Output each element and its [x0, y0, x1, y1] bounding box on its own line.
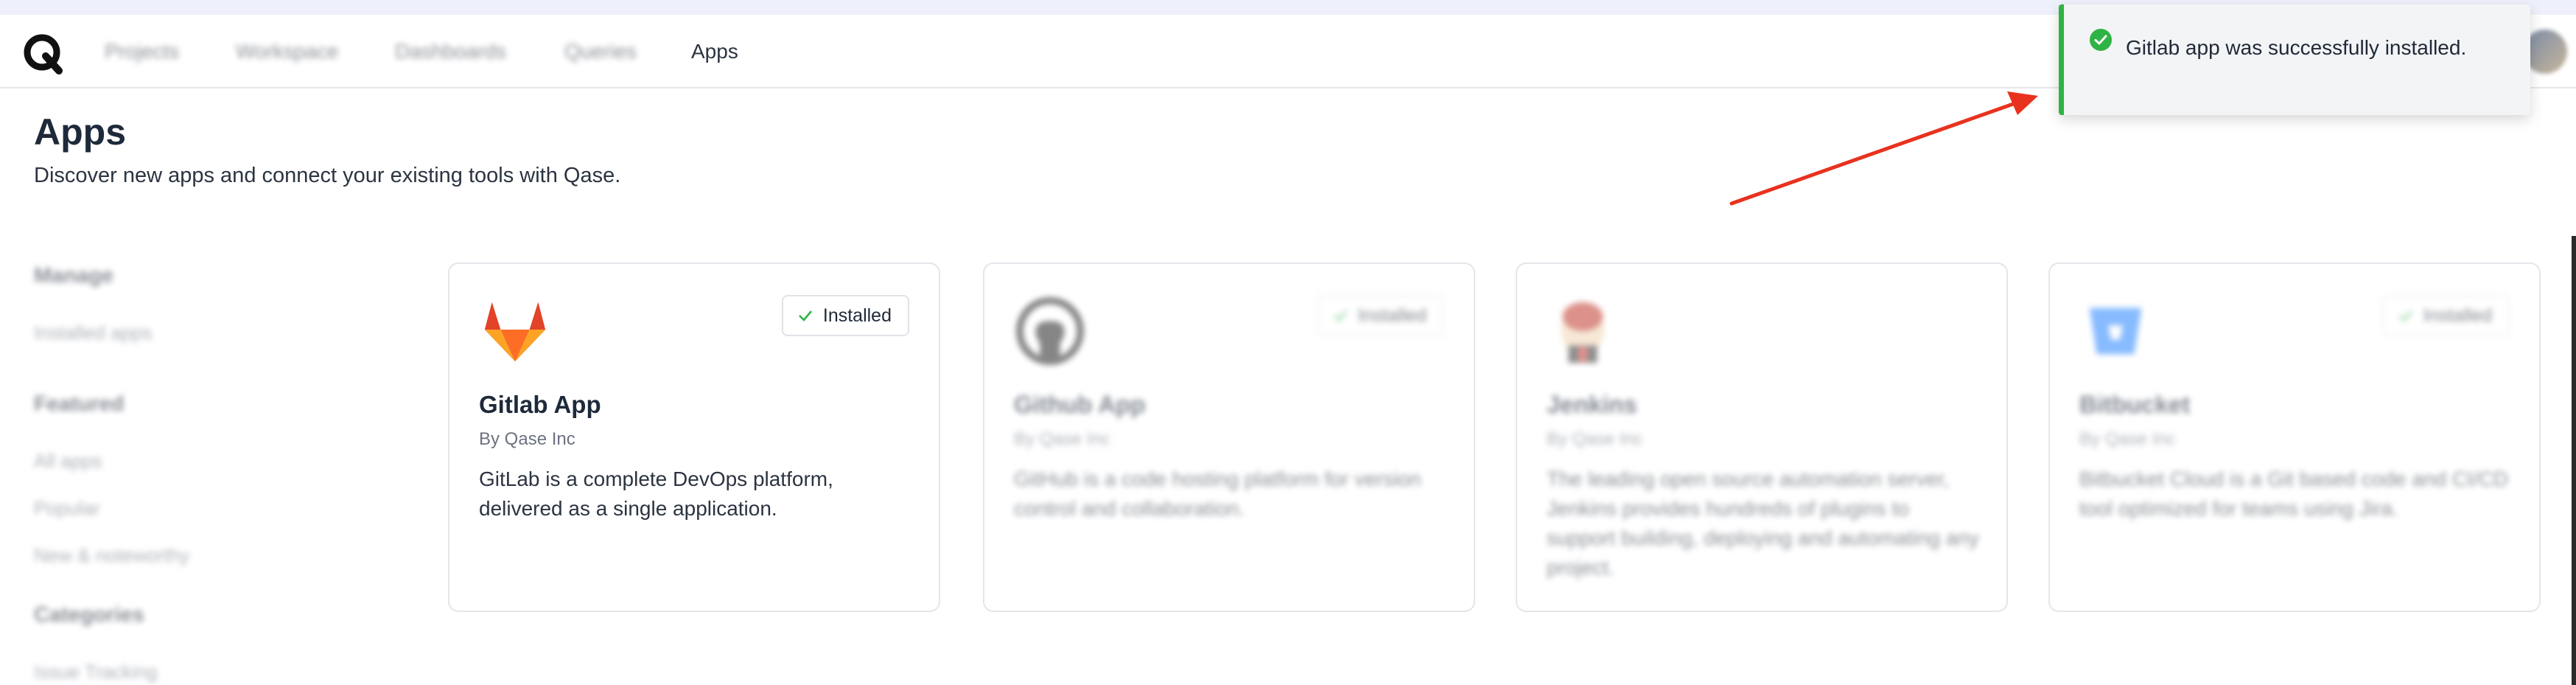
app-card-gitlab[interactable]: Installed Gitlab App By Qase Inc GitLab …: [448, 262, 940, 612]
nav-projects[interactable]: Projects: [105, 40, 179, 63]
installed-badge-label: Installed: [822, 305, 892, 326]
check-icon: [2398, 310, 2412, 321]
app-name: Github App: [1014, 391, 1146, 418]
app-description: GitLab is a complete DevOps platform, de…: [479, 467, 833, 520]
app-card-github[interactable]: Installed Github App By Qase Inc GitHub …: [983, 262, 1475, 612]
sidebar-item-all-apps[interactable]: All apps: [34, 450, 102, 473]
success-check-icon: [2090, 29, 2112, 51]
toast-message: Gitlab app was successfully installed.: [2126, 36, 2467, 59]
scrollbar[interactable]: [2572, 236, 2576, 685]
check-icon: [798, 310, 812, 321]
page-subtitle: Discover new apps and connect your exist…: [34, 164, 621, 187]
nav-dashboards[interactable]: Dashboards: [395, 40, 506, 63]
success-toast[interactable]: Gitlab app was successfully installed.: [2059, 4, 2530, 115]
app-card-bitbucket[interactable]: Installed Bitbucket By Qase Inc Bitbucke…: [2048, 262, 2541, 612]
github-icon: [1015, 296, 1085, 366]
gitlab-icon: [484, 302, 546, 362]
installed-badge: Installed: [2381, 295, 2510, 336]
installed-badge: Installed: [781, 295, 909, 336]
app-description: Bitbucket Cloud is a Git based code and …: [2079, 467, 2509, 520]
app-vendor: By Qase Inc: [1547, 429, 1643, 449]
app-vendor: By Qase Inc: [2079, 429, 2176, 449]
sidebar-item-issue-tracking[interactable]: Issue Tracking: [34, 661, 158, 684]
app-name: Gitlab App: [479, 391, 601, 418]
nav-apps[interactable]: Apps: [691, 40, 738, 63]
sidebar-item-new-noteworthy[interactable]: New & noteworthy: [34, 544, 189, 567]
app-description: The leading open source automation serve…: [1547, 467, 1979, 579]
sidebar-heading-categories: Categories: [34, 603, 144, 627]
check-icon: [1333, 310, 1347, 321]
app-name: Bitbucket: [2079, 391, 2191, 418]
nav-queries[interactable]: Queries: [564, 40, 637, 63]
installed-badge-label: Installed: [1357, 305, 1427, 326]
sidebar-heading-manage: Manage: [34, 264, 113, 288]
nav-workspace[interactable]: Workspace: [236, 40, 339, 63]
bitbucket-icon: [2089, 307, 2142, 355]
installed-badge: Installed: [1316, 295, 1444, 336]
app-name: Jenkins: [1547, 391, 1637, 418]
app-card-jenkins[interactable]: Jenkins By Qase Inc The leading open sou…: [1516, 262, 2008, 612]
sidebar-item-popular[interactable]: Popular: [34, 497, 100, 520]
jenkins-icon: [1561, 302, 1605, 364]
installed-badge-label: Installed: [2423, 305, 2492, 326]
sidebar-heading-featured: Featured: [34, 392, 125, 416]
app-vendor: By Qase Inc: [1014, 429, 1110, 449]
page-title: Apps: [34, 111, 126, 153]
app-description: GitHub is a code hosting platform for ve…: [1014, 467, 1421, 520]
app-vendor: By Qase Inc: [479, 429, 575, 449]
sidebar-item-installed-apps[interactable]: Installed apps: [34, 321, 152, 344]
qase-logo-icon[interactable]: [21, 31, 66, 77]
